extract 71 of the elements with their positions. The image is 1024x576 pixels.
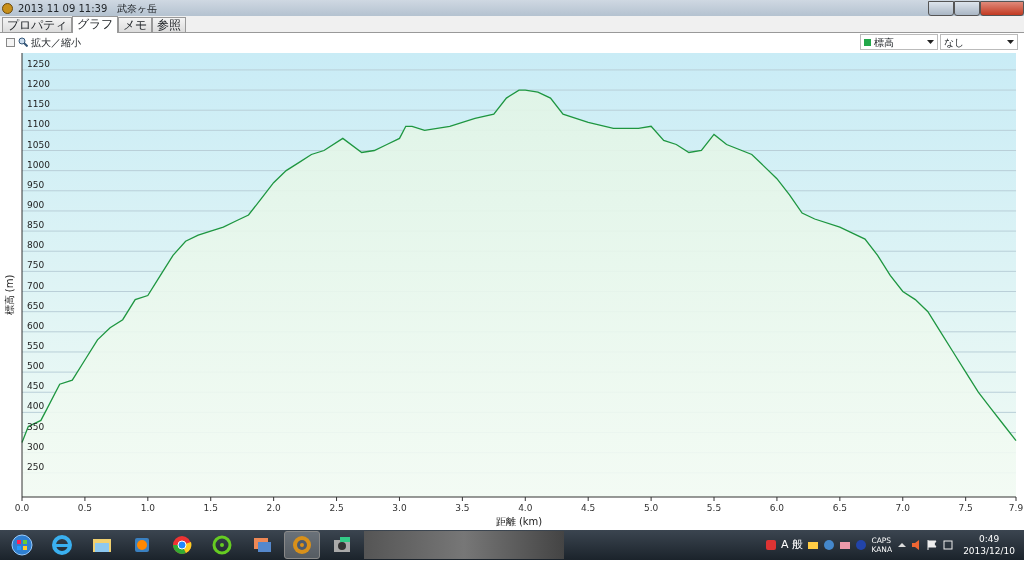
tab[interactable]: プロパティ [2, 17, 72, 32]
y-axis-label: 標高 (m) [4, 274, 15, 316]
y-tick-label: 550 [27, 340, 45, 351]
tab[interactable]: グラフ [72, 16, 118, 33]
start-icon [11, 534, 33, 556]
x-tick-label: 7.0 [895, 503, 910, 513]
y-tick-label: 1200 [27, 79, 50, 90]
y-tick-label: 1150 [27, 99, 50, 110]
y-tick-label: 750 [27, 260, 45, 271]
ime-indicator[interactable]: A [780, 536, 789, 554]
x-tick-label: 5.0 [643, 503, 659, 513]
app-tray-icon[interactable] [764, 539, 777, 551]
maximize-button[interactable] [954, 0, 980, 16]
clock-date[interactable]: 2013/12/10 [963, 545, 1015, 557]
chrome-icon [171, 534, 193, 556]
y-tick-label: 800 [27, 240, 45, 251]
pad-tray-icon[interactable] [807, 539, 820, 551]
y-tick-label: 400 [27, 401, 45, 412]
y-tick-label: 450 [27, 381, 45, 392]
zoom-checkbox[interactable] [6, 37, 15, 47]
compare-dropdown[interactable]: なし [940, 34, 1018, 50]
network-icon[interactable] [942, 539, 955, 551]
tab[interactable]: メモ [118, 17, 152, 32]
x-tick-label: 4.5 [581, 503, 596, 513]
close-button[interactable] [980, 0, 1024, 16]
x-tick-label: 3.0 [392, 503, 407, 513]
y-tick-label: 900 [27, 199, 45, 210]
y-tick-label: 1250 [27, 58, 50, 69]
caret-icon [1007, 40, 1014, 44]
chat-tray-icon[interactable] [823, 539, 836, 551]
magnifier-icon [18, 37, 28, 47]
browser-icon [51, 534, 73, 556]
x-tick-label: 3.5 [455, 503, 470, 513]
x-tick-label: 1.0 [140, 503, 155, 513]
clock-time[interactable]: 0:49 [978, 533, 1000, 545]
x-tick-label: 6.0 [769, 503, 785, 513]
y-tick-label: 1000 [27, 159, 50, 170]
x-tick-label: 0.5 [77, 503, 93, 513]
y-tick-label: 600 [27, 320, 45, 331]
y-tick-label: 650 [27, 300, 45, 311]
tab[interactable]: 参照 [152, 17, 186, 32]
caret-icon [926, 40, 934, 44]
x-tick-label: 6.5 [832, 503, 847, 513]
y-tick-label: 500 [27, 361, 45, 372]
window-subtitle: 武奈ヶ岳 [117, 1, 158, 16]
x-tick-label: 2.5 [329, 503, 344, 513]
target-icon [291, 534, 313, 556]
y-tick-label: 1100 [27, 119, 50, 130]
y-tick-label: 850 [27, 220, 45, 231]
series-dropdown[interactable]: 標高 [859, 34, 938, 50]
ring-icon [211, 534, 233, 556]
x-axis-label: 距離 (km) [495, 516, 543, 527]
y-tick-label: 950 [27, 179, 45, 190]
x-tick-label: 7.9 [1008, 503, 1024, 513]
y-tick-label: 1050 [27, 139, 50, 150]
x-tick-label: 7.5 [958, 503, 973, 513]
app-icon [2, 2, 13, 14]
box-tray-icon[interactable] [839, 539, 852, 551]
y-tick-label: 250 [27, 461, 45, 472]
minimize-button[interactable] [928, 0, 954, 16]
x-tick-label: 2.0 [266, 503, 281, 513]
x-tick-label: 5.5 [706, 503, 722, 513]
y-tick-label: 300 [27, 441, 45, 452]
x-tick-label: 0.0 [14, 503, 30, 513]
x-tick-label: 4.0 [518, 503, 533, 513]
ime-mode[interactable]: 般 [792, 536, 804, 554]
flag-icon[interactable] [926, 539, 939, 551]
y-tick-label: 700 [27, 280, 45, 291]
window-title: 2013 11 09 11:39 [18, 1, 108, 16]
x-tick-label: 1.5 [203, 503, 218, 513]
zoom-label: 拡大／縮小 [31, 35, 81, 50]
